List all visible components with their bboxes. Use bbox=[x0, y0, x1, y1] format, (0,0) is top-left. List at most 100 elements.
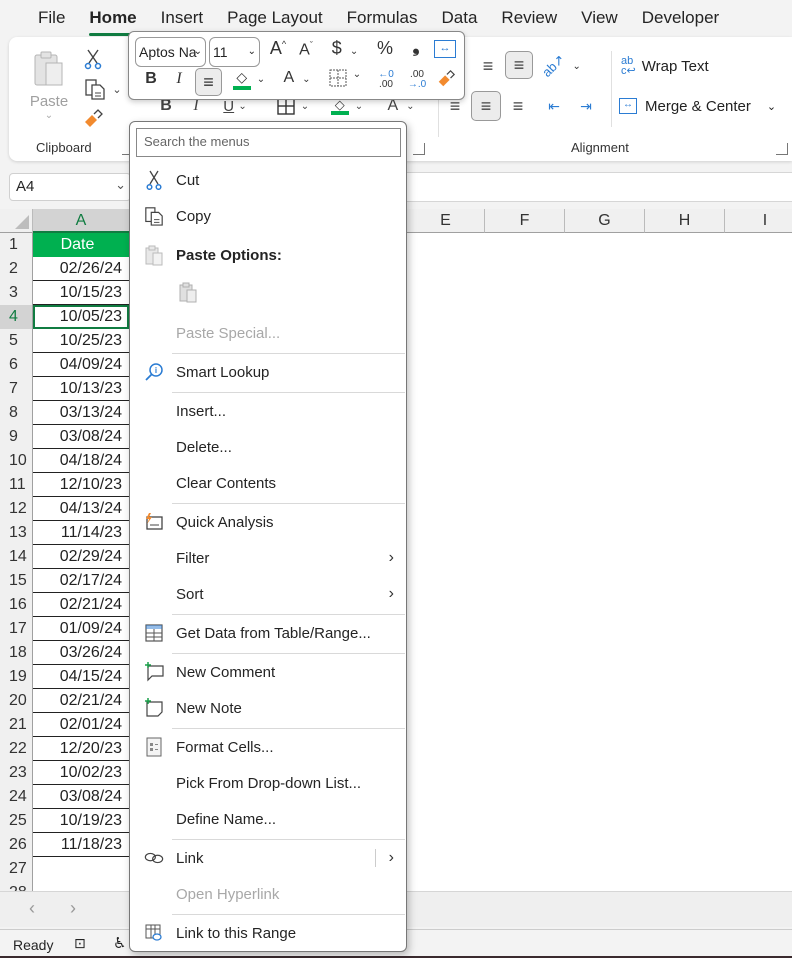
paste-option-button[interactable] bbox=[174, 274, 204, 310]
row-header[interactable]: 11 bbox=[0, 473, 33, 497]
decrease-font-size-button[interactable]: Aˇ bbox=[295, 40, 317, 59]
row-header[interactable]: 25 bbox=[0, 809, 33, 833]
macro-recording-icon[interactable]: ⊡ bbox=[74, 935, 86, 952]
decrease-indent-button[interactable]: ⇤ bbox=[541, 93, 567, 119]
merge-center-mini-button[interactable]: ↔ bbox=[434, 40, 456, 58]
table-cell[interactable]: 04/09/24 bbox=[33, 353, 129, 377]
row-header[interactable]: 10 bbox=[0, 449, 33, 473]
accounting-format-button[interactable]: $ ⌄ bbox=[325, 38, 365, 59]
search-menus-input[interactable]: Search the menus bbox=[136, 128, 401, 157]
table-cell[interactable]: 10/05/23 bbox=[33, 305, 129, 329]
header-cell[interactable]: Date bbox=[33, 233, 129, 257]
increase-font-size-button[interactable]: A^ bbox=[266, 38, 290, 59]
table-cell[interactable]: 02/01/24 bbox=[33, 713, 129, 737]
table-cell[interactable]: 11/14/23 bbox=[33, 521, 129, 545]
menu-item-copy[interactable]: Copy bbox=[130, 198, 406, 234]
row-header[interactable]: 23 bbox=[0, 761, 33, 785]
table-cell[interactable]: 03/08/24 bbox=[33, 785, 129, 809]
column-header-i[interactable]: I bbox=[725, 209, 792, 233]
row-header[interactable]: 6 bbox=[0, 353, 33, 377]
tab-file[interactable]: File bbox=[26, 0, 77, 36]
alignment-dialog-launcher[interactable] bbox=[776, 143, 788, 155]
column-header-a[interactable]: A bbox=[33, 209, 129, 233]
table-cell[interactable]: 03/26/24 bbox=[33, 641, 129, 665]
table-cell[interactable]: 12/20/23 bbox=[33, 737, 129, 761]
menu-item-new-note[interactable]: New Note bbox=[130, 690, 406, 726]
fill-color-mini-button[interactable]: ◇ ⌄ bbox=[229, 69, 269, 90]
bottom-align-button[interactable]: ≡ bbox=[505, 51, 533, 79]
cut-button[interactable] bbox=[81, 47, 105, 71]
row-header[interactable]: 27 bbox=[0, 857, 33, 881]
increase-decimal-button[interactable]: ←0.00 bbox=[373, 70, 399, 90]
table-cell[interactable]: 02/29/24 bbox=[33, 545, 129, 569]
menu-item-insert[interactable]: Insert... bbox=[130, 393, 406, 429]
table-cell[interactable]: 03/13/24 bbox=[33, 401, 129, 425]
increase-indent-button[interactable]: ⇥ bbox=[573, 93, 599, 119]
row-header[interactable]: 26 bbox=[0, 833, 33, 857]
row-header[interactable]: 20 bbox=[0, 689, 33, 713]
middle-align-button[interactable]: ≡ bbox=[475, 53, 501, 79]
menu-item-format-cells[interactable]: Format Cells... bbox=[130, 729, 406, 765]
borders-mini-button[interactable]: ⌄ bbox=[325, 69, 365, 92]
row-header[interactable]: 13 bbox=[0, 521, 33, 545]
row-header[interactable]: 12 bbox=[0, 497, 33, 521]
scroll-left-icon[interactable]: ‹ bbox=[29, 898, 35, 919]
align-center-button[interactable]: ≡ bbox=[471, 91, 501, 121]
formula-bar[interactable] bbox=[406, 172, 792, 202]
table-cell[interactable]: 04/18/24 bbox=[33, 449, 129, 473]
orientation-button[interactable]: ab↗ ⌄ bbox=[539, 51, 581, 80]
menu-item-define-name[interactable]: Define Name... bbox=[130, 801, 406, 837]
menu-item-new-comment[interactable]: New Comment bbox=[130, 654, 406, 690]
table-cell[interactable]: 03/08/24 bbox=[33, 425, 129, 449]
row-header[interactable]: 5 bbox=[0, 329, 33, 353]
table-cell[interactable]: 10/19/23 bbox=[33, 809, 129, 833]
column-header-g[interactable]: G bbox=[565, 209, 645, 233]
row-header[interactable]: 21 bbox=[0, 713, 33, 737]
menu-item-quick-analysis[interactable]: Quick Analysis bbox=[130, 504, 406, 540]
row-header[interactable]: 17 bbox=[0, 617, 33, 641]
accessibility-icon[interactable]: ♿ bbox=[113, 934, 126, 952]
row-header[interactable]: 7 bbox=[0, 377, 33, 401]
format-painter-button[interactable] bbox=[81, 107, 105, 131]
comma-style-button[interactable]: ❟ bbox=[406, 36, 426, 57]
menu-item-filter[interactable]: Filter › bbox=[130, 540, 406, 576]
tab-view[interactable]: View bbox=[569, 0, 630, 36]
font-dialog-launcher[interactable] bbox=[413, 143, 425, 155]
column-header-h[interactable]: H bbox=[645, 209, 725, 233]
format-painter-mini-button[interactable] bbox=[435, 69, 457, 94]
merge-center-button[interactable]: ↔ Merge & Center ⌄ bbox=[619, 94, 779, 118]
scroll-right-icon[interactable]: › bbox=[70, 898, 76, 919]
table-cell[interactable]: 04/15/24 bbox=[33, 665, 129, 689]
table-cell[interactable] bbox=[33, 857, 129, 881]
row-header[interactable]: 1 bbox=[0, 233, 33, 257]
row-header[interactable]: 9 bbox=[0, 425, 33, 449]
row-header[interactable]: 15 bbox=[0, 569, 33, 593]
row-header[interactable]: 4 bbox=[0, 305, 33, 329]
italic-mini-button[interactable]: I bbox=[169, 70, 189, 88]
menu-item-delete[interactable]: Delete... bbox=[130, 429, 406, 465]
row-header[interactable]: 2 bbox=[0, 257, 33, 281]
table-cell[interactable]: 10/13/23 bbox=[33, 377, 129, 401]
row-header[interactable]: 18 bbox=[0, 641, 33, 665]
row-header[interactable]: 3 bbox=[0, 281, 33, 305]
row-header[interactable]: 19 bbox=[0, 665, 33, 689]
table-cell[interactable]: 04/13/24 bbox=[33, 497, 129, 521]
column-header-f[interactable]: F bbox=[485, 209, 565, 233]
menu-item-pick-from-list[interactable]: Pick From Drop-down List... bbox=[130, 765, 406, 801]
align-right-button[interactable]: ≡ bbox=[505, 93, 531, 119]
table-cell[interactable] bbox=[33, 881, 129, 891]
row-header[interactable]: 16 bbox=[0, 593, 33, 617]
row-header[interactable]: 14 bbox=[0, 545, 33, 569]
wrap-text-button[interactable]: ab c↩ Wrap Text bbox=[621, 54, 731, 78]
tab-developer[interactable]: Developer bbox=[630, 0, 732, 36]
menu-item-clear-contents[interactable]: Clear Contents bbox=[130, 465, 406, 501]
table-cell[interactable]: 12/10/23 bbox=[33, 473, 129, 497]
table-cell[interactable]: 02/21/24 bbox=[33, 689, 129, 713]
row-header[interactable]: 8 bbox=[0, 401, 33, 425]
table-cell[interactable]: 10/15/23 bbox=[33, 281, 129, 305]
decrease-decimal-button[interactable]: .00 →.0 bbox=[404, 70, 430, 90]
menu-item-cut[interactable]: Cut bbox=[130, 162, 406, 198]
column-header-e[interactable]: E bbox=[407, 209, 485, 233]
table-cell[interactable]: 01/09/24 bbox=[33, 617, 129, 641]
menu-item-sort[interactable]: Sort › bbox=[130, 576, 406, 612]
